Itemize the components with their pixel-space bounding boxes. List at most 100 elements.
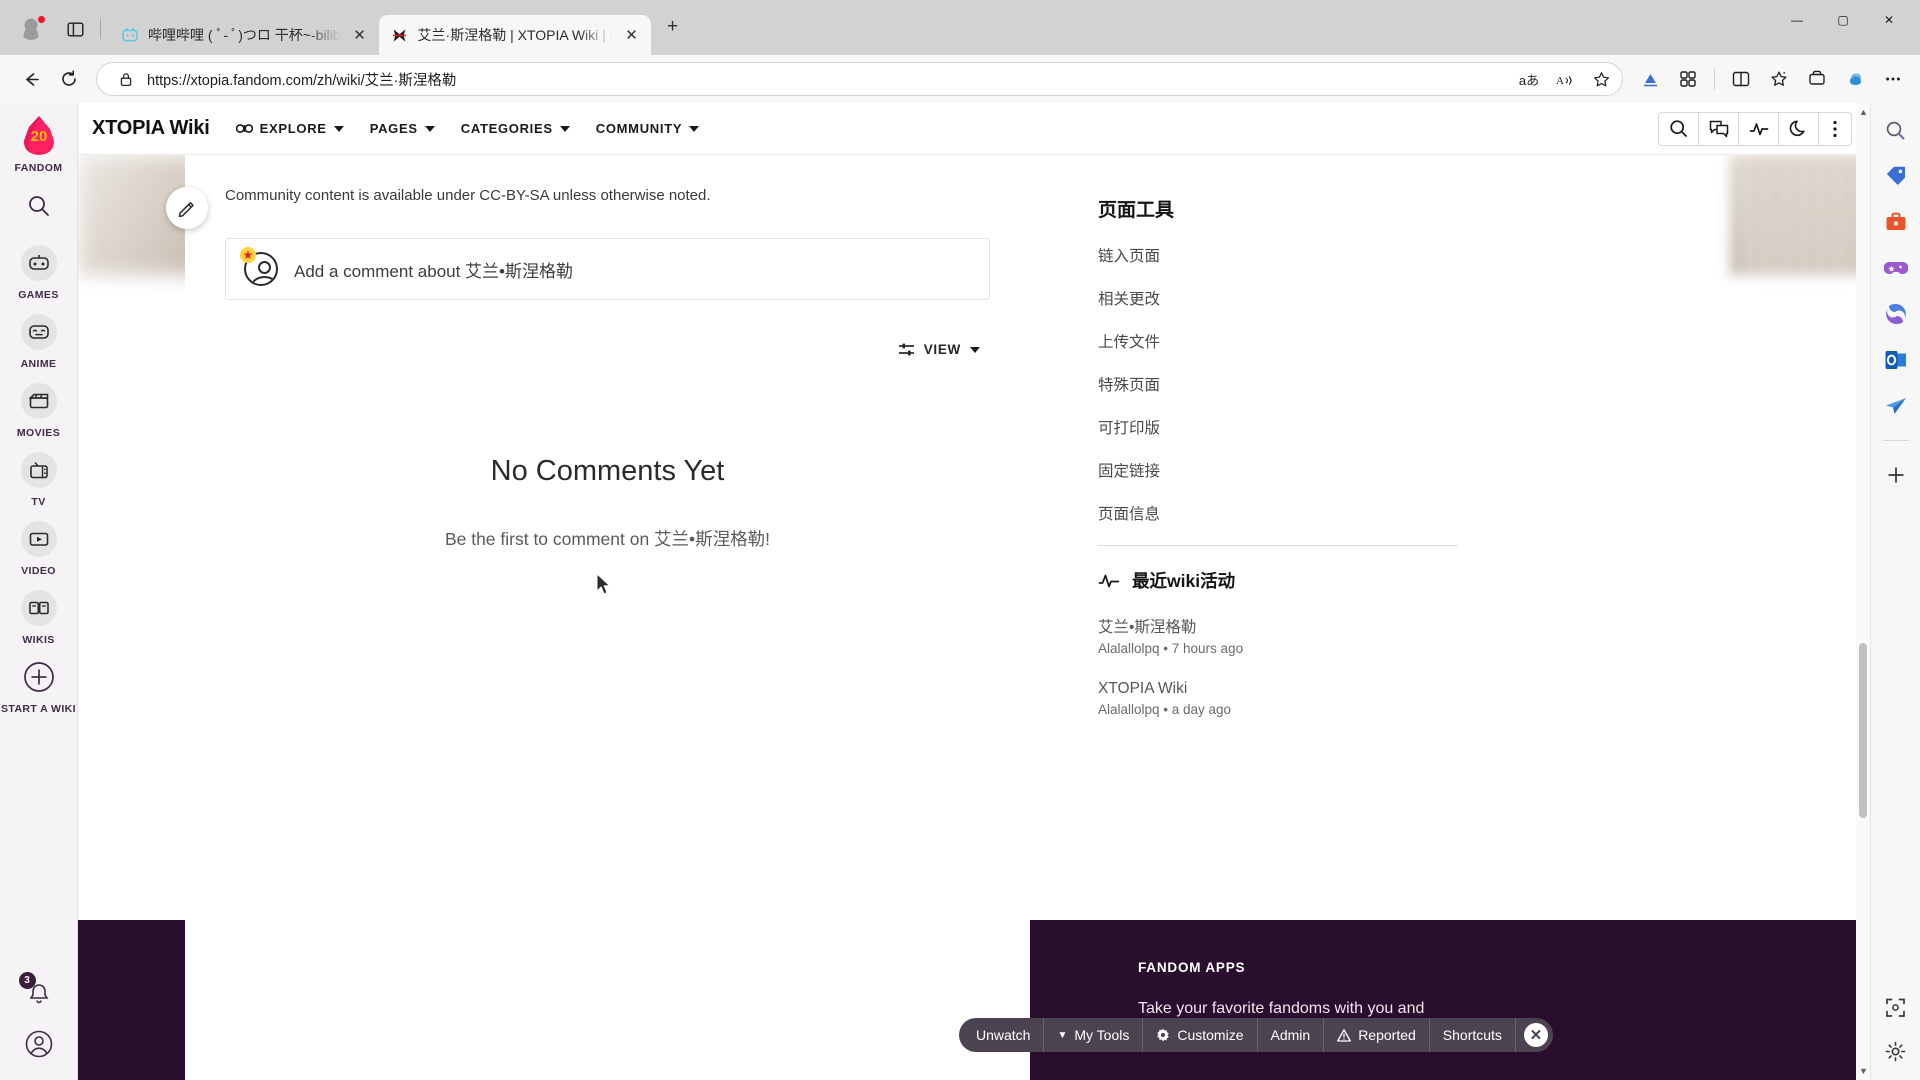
favorite-star-icon[interactable] — [1586, 65, 1616, 93]
activity-meta: Alalallolpq • 7 hours ago — [1098, 641, 1244, 656]
search-icon[interactable] — [1658, 111, 1698, 146]
global-nav-bottom: 3 — [18, 972, 59, 1080]
rail-divider — [1882, 440, 1909, 441]
close-x-icon[interactable]: ✕ — [1523, 1023, 1548, 1047]
nav-label: CATEGORIES — [460, 121, 553, 136]
sidebar-label: MOVIES — [16, 427, 61, 440]
sidebar-item-games[interactable]: GAMES — [0, 240, 78, 301]
reload-button[interactable] — [52, 62, 86, 96]
sidebar-item-tv[interactable]: TV — [0, 447, 78, 508]
wiki-activity-icon[interactable] — [1738, 111, 1778, 146]
recent-activity-title: 最近wiki活动 — [1132, 571, 1236, 591]
sidebar-item-video[interactable]: VIDEO — [0, 516, 78, 577]
games-icon[interactable] — [1881, 253, 1911, 283]
profile-button[interactable] — [14, 12, 48, 46]
nav-label: PAGES — [369, 121, 418, 136]
send-icon[interactable] — [1881, 391, 1911, 421]
tab-title: 艾兰·斯涅格勒 | XTOPIA Wiki | Fa — [417, 27, 613, 43]
page-tool-link[interactable]: 上传文件 — [1098, 330, 1458, 352]
tv-icon — [20, 452, 57, 489]
notifications-button[interactable]: 3 — [18, 972, 59, 1014]
browser-essentials-icon[interactable] — [1800, 62, 1834, 96]
favorites-icon[interactable] — [1762, 62, 1796, 96]
edit-button[interactable] — [166, 187, 208, 229]
settings-gear-icon[interactable] — [1881, 1036, 1911, 1066]
wiki-site-name[interactable]: XTOPIA Wiki — [92, 117, 210, 140]
shortcuts-label: Shortcuts — [1442, 1027, 1502, 1043]
nav-categories[interactable]: CATEGORIES — [461, 121, 570, 136]
tab-actions-button[interactable] — [58, 12, 92, 46]
collections-icon[interactable] — [1671, 62, 1705, 96]
tab-title: 哔哩哔哩 ( ﾟ- ﾟ)つロ 干杯~-bilib — [148, 27, 341, 43]
tab-close-button[interactable]: ✕ — [350, 25, 370, 45]
scroll-up-arrow[interactable]: ▲ — [1859, 107, 1868, 117]
license-note: Community content is available under CC-… — [225, 187, 711, 204]
split-screen-icon[interactable] — [1633, 62, 1667, 96]
page-tool-link[interactable]: 特殊页面 — [1098, 373, 1458, 395]
page-tool-link[interactable]: 链入页面 — [1098, 244, 1458, 266]
browser-tab-active[interactable]: 艾兰·斯涅格勒 | XTOPIA Wiki | Fa ✕ — [378, 15, 651, 55]
sidebar-item-anime[interactable]: ANIME — [0, 309, 78, 370]
lock-icon — [111, 65, 141, 93]
nav-pages[interactable]: PAGES — [370, 121, 435, 136]
scrollbar-thumb[interactable] — [1859, 643, 1867, 818]
reported-button[interactable]: Reported — [1324, 1018, 1430, 1052]
sidebar-item-movies[interactable]: MOVIES — [0, 378, 78, 439]
nav-explore[interactable]: EXPLORE — [235, 121, 344, 136]
reported-label: Reported — [1358, 1027, 1416, 1043]
outlook-icon[interactable] — [1881, 345, 1911, 375]
page-tool-link[interactable]: 可打印版 — [1098, 416, 1458, 438]
customize-button[interactable]: Customize — [1143, 1018, 1258, 1052]
read-aloud-icon[interactable]: aあ — [1514, 65, 1544, 93]
hero-image-right-remnant — [1730, 155, 1870, 275]
scroll-down-arrow[interactable]: ▼ — [1859, 1066, 1868, 1076]
copilot-icon[interactable] — [1838, 62, 1872, 96]
tab-close-button[interactable]: ✕ — [622, 25, 642, 45]
nav-community[interactable]: COMMUNITY — [596, 121, 700, 136]
activity-entry[interactable]: 艾兰•斯涅格勒 Alalallolpq • 7 hours ago — [1098, 615, 1458, 656]
add-comment-box[interactable]: ★ Add a comment about 艾兰•斯涅格勒 — [225, 238, 990, 300]
fandom-global-nav: 20 FANDOM GAMES ANIME MOVIES TV VIDEO WI… — [0, 103, 78, 1080]
screenshot-icon[interactable] — [1881, 992, 1911, 1022]
close-window-button[interactable]: ✕ — [1866, 0, 1912, 40]
activity-pulse-icon — [1098, 574, 1120, 587]
page-tool-link[interactable]: 相关更改 — [1098, 287, 1458, 309]
my-tools-button[interactable]: ▼ My Tools — [1044, 1018, 1144, 1052]
search-icon[interactable] — [19, 186, 59, 226]
add-icon[interactable] — [1881, 460, 1911, 490]
shopping-tag-icon[interactable] — [1881, 161, 1911, 191]
shortcuts-button[interactable]: Shortcuts — [1430, 1018, 1516, 1052]
sidebar-item-wikis[interactable]: WIKIS — [0, 585, 78, 646]
account-circle-icon[interactable] — [19, 1024, 59, 1064]
edge-sidebar — [1870, 103, 1920, 1080]
start-a-wiki-button[interactable]: START A WIKI — [0, 654, 78, 715]
tools-icon[interactable] — [1881, 207, 1911, 237]
minimize-button[interactable]: — — [1774, 0, 1820, 40]
page-tools-rail: 页面工具 链入页面 相关更改 上传文件 特殊页面 可打印版 固定链接 页面信息 … — [1068, 155, 1488, 741]
page-tool-link[interactable]: 固定链接 — [1098, 459, 1458, 481]
fandom-home-link[interactable]: 20 FANDOM — [0, 113, 78, 174]
clapperboard-icon — [20, 383, 57, 420]
discussions-icon[interactable] — [1698, 111, 1738, 146]
immersive-reader-icon[interactable]: A — [1550, 65, 1580, 93]
back-button[interactable] — [14, 62, 48, 96]
unwatch-button[interactable]: Unwatch — [963, 1018, 1045, 1052]
more-options-icon[interactable] — [1818, 111, 1852, 146]
address-bar[interactable]: https://xtopia.fandom.com/zh/wiki/艾兰·斯涅格… — [96, 62, 1623, 96]
chevron-down-icon — [333, 125, 344, 132]
wiki-nav: EXPLORE PAGES CATEGORIES COMMUNITY — [235, 121, 700, 136]
copilot-icon[interactable] — [1881, 299, 1911, 329]
split-view-icon[interactable] — [1724, 62, 1758, 96]
browser-tab[interactable]: 哔哩哔哩 ( ﾟ- ﾟ)つロ 干杯~-bilib ✕ — [109, 15, 379, 55]
fandom-icon — [391, 26, 409, 44]
new-tab-button[interactable]: + — [657, 11, 689, 43]
dark-mode-moon-icon[interactable] — [1778, 111, 1818, 146]
page-tool-link[interactable]: 页面信息 — [1098, 502, 1458, 524]
maximize-button[interactable]: ▢ — [1820, 0, 1866, 40]
activity-entry[interactable]: XTOPIA Wiki Alalallolpq • a day ago — [1098, 680, 1458, 717]
page-scrollbar[interactable]: ▲ ▼ — [1856, 103, 1870, 1080]
view-sort-button[interactable]: VIEW — [898, 342, 980, 357]
search-icon[interactable] — [1881, 115, 1911, 145]
settings-more-icon[interactable] — [1876, 62, 1910, 96]
admin-button[interactable]: Admin — [1258, 1018, 1325, 1052]
